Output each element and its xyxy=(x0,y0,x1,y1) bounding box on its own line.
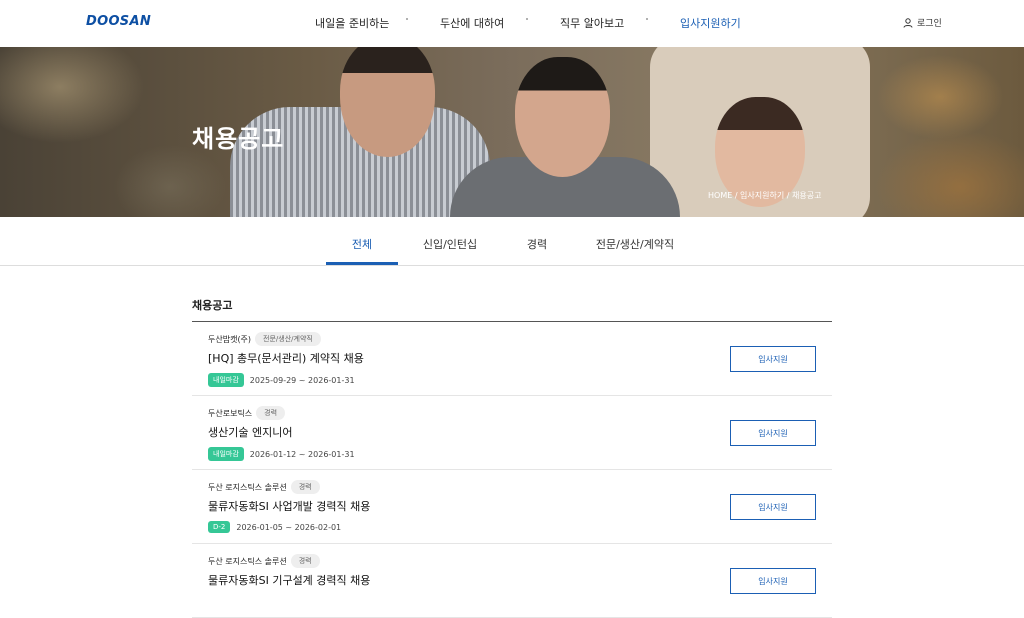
active-tab-indicator xyxy=(326,262,398,265)
job-company: 두산밥캣(주) xyxy=(208,334,252,344)
job-type-tag: 경력 xyxy=(256,406,286,420)
deadline-badge: 내일마감 xyxy=(208,373,244,387)
job-company: 두산 로지스틱스 솔루션 xyxy=(208,556,287,566)
job-company-row: 두산 로지스틱스 솔루션 경력 xyxy=(208,554,320,568)
job-list-item[interactable]: 두산 로지스틱스 솔루션 경력 물류자동화SI 기구설계 경력직 채용 입사지원 xyxy=(192,544,832,618)
job-type-tag: 전문/생산/계약직 xyxy=(255,332,321,346)
job-type-tag: 경력 xyxy=(290,480,320,494)
job-company: 두산 로지스틱스 솔루션 xyxy=(208,482,287,492)
job-title[interactable]: [HQ] 총무(문서관리) 계약직 채용 xyxy=(208,350,364,366)
job-list-item[interactable]: 두산로보틱스 경력 생산기술 엔지니어 내일마감 2026-01-12 ~ 20… xyxy=(192,396,832,470)
job-meta: 내일마감 2025-09-29 ~ 2026-01-31 xyxy=(208,373,355,387)
hero-person-2-head xyxy=(515,57,610,177)
category-tabs: 전체 신입/인턴십 경력 전문/생산/계약직 xyxy=(0,217,1024,266)
apply-button[interactable]: 입사지원 xyxy=(730,568,816,594)
site-header: DOOSAN 내일을 준비하는 두산에 대하여 직무 알아보고 입사지원하기 로… xyxy=(0,0,1024,47)
job-meta: 내일마감 2026-01-12 ~ 2026-01-31 xyxy=(208,447,355,461)
section-title: 채용공고 xyxy=(192,299,233,312)
apply-button[interactable]: 입사지원 xyxy=(730,346,816,372)
deadline-badge: 내일마감 xyxy=(208,447,244,461)
job-period: 2026-01-05 ~ 2026-02-01 xyxy=(236,522,342,532)
tab-experienced[interactable]: 경력 xyxy=(500,236,574,252)
job-company-row: 두산 로지스틱스 솔루션 경력 xyxy=(208,480,320,494)
nav-item-jobs[interactable]: 직무 알아보고 xyxy=(560,15,624,31)
user-icon xyxy=(903,17,913,28)
job-title[interactable]: 물류자동화SI 기구설계 경력직 채용 xyxy=(208,572,370,588)
nav-separator xyxy=(526,18,528,20)
job-company-row: 두산밥캣(주) 전문/생산/계약직 xyxy=(208,332,321,346)
apply-button[interactable]: 입사지원 xyxy=(730,420,816,446)
job-company-row: 두산로보틱스 경력 xyxy=(208,406,286,420)
tab-professional[interactable]: 전문/생산/계약직 xyxy=(585,236,685,252)
job-list-item[interactable]: 두산 로지스틱스 솔루션 경력 물류자동화SI 사업개발 경력직 채용 D-2 … xyxy=(192,470,832,544)
hero-banner: 채용공고 HOME / 입사지원하기 / 채용공고 xyxy=(0,47,1024,217)
nav-item-prepare[interactable]: 내일을 준비하는 xyxy=(315,15,389,31)
job-list-item[interactable]: 두산밥캣(주) 전문/생산/계약직 [HQ] 총무(문서관리) 계약직 채용 내… xyxy=(192,322,832,396)
apply-button[interactable]: 입사지원 xyxy=(730,494,816,520)
login-label: 로그인 xyxy=(917,19,942,29)
job-title[interactable]: 물류자동화SI 사업개발 경력직 채용 xyxy=(208,498,370,514)
job-company: 두산로보틱스 xyxy=(208,408,253,418)
nav-item-apply[interactable]: 입사지원하기 xyxy=(680,15,741,31)
main-nav: 내일을 준비하는 두산에 대하여 직무 알아보고 입사지원하기 xyxy=(300,15,760,33)
job-title[interactable]: 생산기술 엔지니어 xyxy=(208,424,292,440)
job-period: 2025-09-29 ~ 2026-01-31 xyxy=(249,375,355,385)
job-meta: D-2 2026-01-05 ~ 2026-02-01 xyxy=(208,521,341,533)
page-title: 채용공고 xyxy=(192,125,285,153)
job-type-tag: 경력 xyxy=(290,554,320,568)
job-period: 2026-01-12 ~ 2026-01-31 xyxy=(249,449,355,459)
tab-new-intern[interactable]: 신입/인턴십 xyxy=(410,236,490,252)
login-link[interactable]: 로그인 xyxy=(903,16,942,29)
doosan-logo[interactable]: DOOSAN xyxy=(86,14,151,29)
nav-separator xyxy=(406,18,408,20)
deadline-badge: D-2 xyxy=(208,521,231,533)
nav-separator xyxy=(646,18,648,20)
tab-all[interactable]: 전체 xyxy=(326,236,398,252)
nav-item-about[interactable]: 두산에 대하여 xyxy=(440,15,504,31)
breadcrumb: HOME / 입사지원하기 / 채용공고 xyxy=(708,191,822,200)
